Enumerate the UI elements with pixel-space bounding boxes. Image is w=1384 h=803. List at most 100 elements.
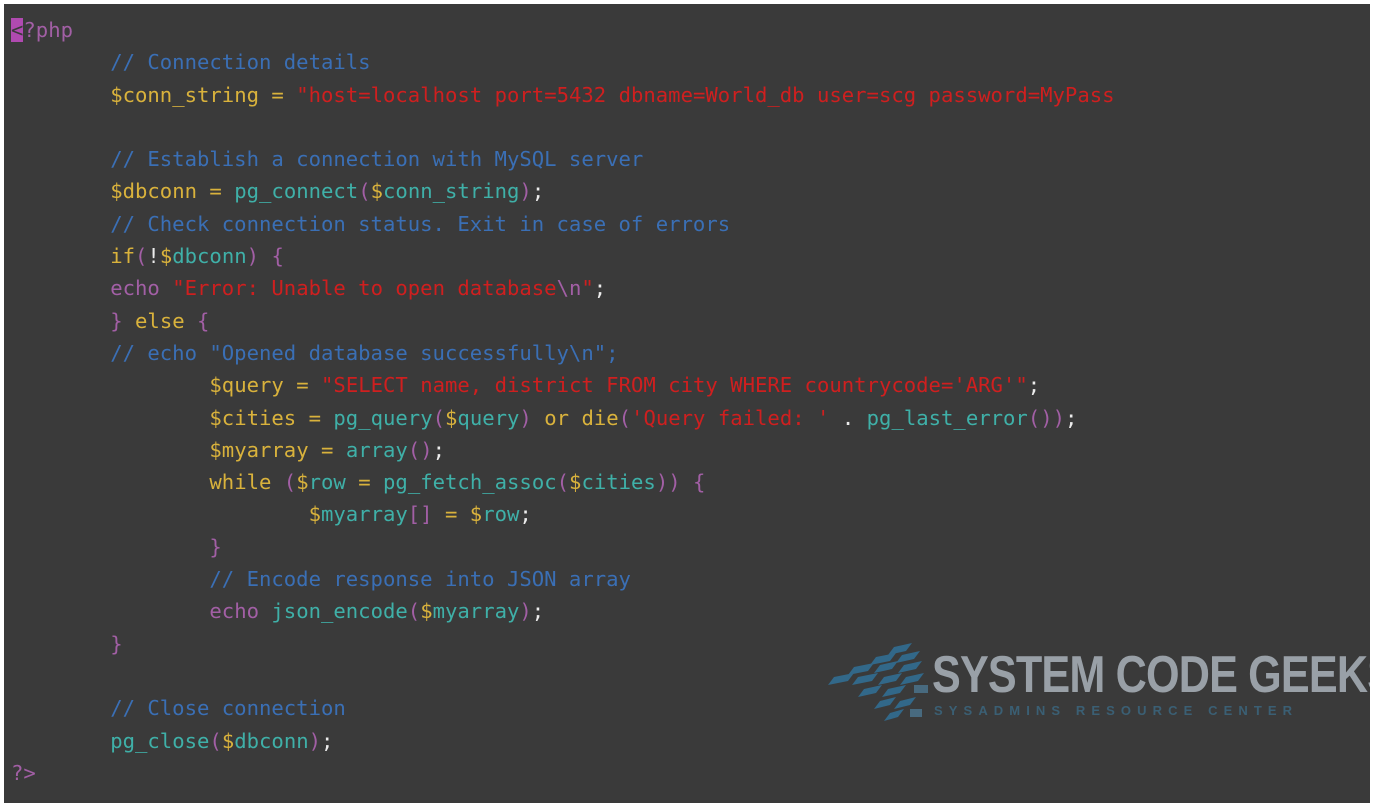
code-line: } else { <box>11 305 1115 337</box>
code-token: json_encode <box>271 599 408 624</box>
code-token: [] <box>407 502 445 527</box>
code-token: "host=localhost port=5432 dbname=World_d… <box>296 82 1115 107</box>
code-line: <?php <box>11 14 1115 46</box>
code-token: conn_string <box>383 179 520 204</box>
code-token: } <box>110 308 136 333</box>
code-token: row <box>482 502 520 527</box>
code-token: ; <box>321 728 334 753</box>
code-token: ; <box>432 437 446 462</box>
code-token: " <box>1015 373 1028 398</box>
code-token: $ <box>209 405 222 430</box>
code-line: $cities = pg_query($query) or die('Query… <box>11 402 1115 434</box>
code-token: while <box>209 470 284 495</box>
code-line: $myarray[] = $row; <box>11 498 1115 530</box>
code-token: // echo "Opened database successfully\n"… <box>11 340 619 365</box>
code-token: $ <box>209 373 222 398</box>
code-token: myarray <box>221 437 321 462</box>
code-token: pg_close <box>110 728 210 753</box>
code-token: $ <box>308 502 321 527</box>
code-token: )) { <box>655 470 706 495</box>
code-token: $ <box>569 470 582 495</box>
code-token: ( <box>407 599 421 624</box>
code-token: $ <box>370 179 384 204</box>
code-token: pg_connect <box>234 179 359 204</box>
code-line: echo "Error: Unable to open database\n"; <box>11 272 1115 304</box>
code-token: // Check connection status. Exit in case… <box>11 211 731 236</box>
code-token: . <box>841 405 867 430</box>
code-token: // Connection details <box>11 50 371 75</box>
code-token: if <box>110 244 136 269</box>
code-token: ( <box>432 405 446 430</box>
code-token: " <box>581 276 594 301</box>
code-token: query <box>457 405 520 430</box>
code-token: myarray <box>432 599 520 624</box>
code-line: pg_close($dbconn); <box>11 725 1115 757</box>
code-token: $ <box>110 82 123 107</box>
code-token: cities <box>221 405 309 430</box>
code-token: ?> <box>11 760 36 785</box>
code-line: ?> <box>11 757 1115 789</box>
code-token: pg_query <box>333 405 433 430</box>
code-token: = <box>321 437 346 462</box>
code-token: else <box>135 308 185 333</box>
code-token: ( <box>556 470 570 495</box>
code-token: ) <box>519 599 532 624</box>
code-token: echo <box>209 599 272 624</box>
code-token: echo <box>110 276 173 301</box>
code-token: row <box>308 470 359 495</box>
code-token: = <box>444 502 470 527</box>
code-line: $conn_string = "host=localhost port=5432… <box>11 79 1115 111</box>
code-token: = <box>296 373 322 398</box>
code-token: = <box>358 470 384 495</box>
code-line: $myarray = array(); <box>11 434 1115 466</box>
code-token: < <box>11 18 24 42</box>
code-token: or <box>544 405 582 430</box>
code-token: ) <box>519 179 532 204</box>
geeks-logo-icon <box>828 643 928 721</box>
code-editor[interactable]: <?php // Connection details $conn_string… <box>4 4 1370 803</box>
code-line: // Establish a connection with MySQL ser… <box>11 143 1115 175</box>
code-token: = <box>209 179 235 204</box>
code-token: $ <box>159 244 173 269</box>
code-token: = <box>308 405 334 430</box>
code-token: pg_fetch_assoc <box>383 470 557 495</box>
code-token: "SELECT name, district FROM city WHERE c… <box>321 373 1016 398</box>
code-token: ( <box>618 405 632 430</box>
code-token: $ <box>469 502 483 527</box>
code-line: $query = "SELECT name, district FROM cit… <box>11 369 1115 401</box>
code-token: // Encode response into JSON array <box>11 567 631 592</box>
code-token: } <box>110 631 123 656</box>
code-token: () <box>407 437 433 462</box>
code-token: ) { <box>246 244 284 269</box>
code-token: ( <box>135 244 148 269</box>
watermark-subtitle: SYSADMINS RESOURCE CENTER <box>934 703 1299 718</box>
code-token: ; <box>519 502 532 527</box>
code-token: $ <box>209 437 222 462</box>
code-line: } <box>11 531 1115 563</box>
code-token: $ <box>110 179 123 204</box>
code-token: ) <box>308 728 322 753</box>
code-token: query <box>221 373 297 398</box>
code-token: $ <box>296 470 309 495</box>
code-token: ; <box>1027 373 1041 398</box>
code-token: // Close connection <box>11 696 346 721</box>
code-line: if(!$dbconn) { <box>11 240 1115 272</box>
code-token: conn_string <box>122 82 272 107</box>
code-token: dbconn <box>234 728 309 753</box>
code-token: { <box>184 308 210 333</box>
code-token: = <box>271 82 297 107</box>
code-token: $ <box>420 599 433 624</box>
code-line: // Check connection status. Exit in case… <box>11 208 1115 240</box>
code-token: dbconn <box>122 179 210 204</box>
code-line: echo json_encode($myarray); <box>11 595 1115 627</box>
code-token: die <box>581 405 619 430</box>
code-line: // echo "Opened database successfully\n"… <box>11 337 1115 369</box>
code-token: ! <box>147 244 160 269</box>
